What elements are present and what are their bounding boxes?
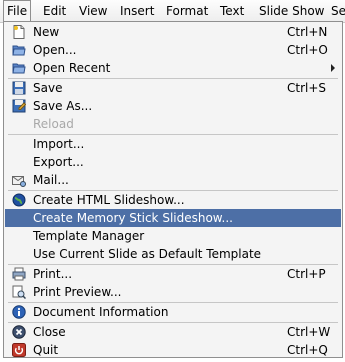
menu-format[interactable]: Format (166, 0, 208, 22)
shortcut-label: Ctrl+O (287, 43, 328, 57)
menu-item-create-memory-stick-slideshow[interactable]: Create Memory Stick Slideshow... (5, 209, 341, 227)
save-as-icon (12, 99, 27, 113)
menu-item-label: Mail... (33, 173, 69, 187)
new-document-icon (12, 25, 26, 39)
menu-edit[interactable]: Edit (43, 0, 66, 22)
menu-item-label: Reload (33, 117, 74, 131)
menu-item-label: Export... (33, 155, 84, 169)
menu-item-quit[interactable]: Quit Ctrl+Q (5, 341, 341, 359)
open-folder-icon (12, 43, 26, 57)
menu-item-use-current-slide-as-default-template[interactable]: Use Current Slide as Default Template (5, 245, 341, 263)
menu-item-print[interactable]: Print... Ctrl+P (5, 265, 341, 283)
menu-item-label: Import... (33, 137, 85, 151)
menu-item-label: Open Recent (33, 61, 111, 75)
menu-item-label: Save As... (33, 99, 93, 113)
menu-view[interactable]: View (79, 0, 107, 22)
shortcut-label: Ctrl+Q (287, 343, 328, 357)
menu-item-label: Document Information (33, 305, 169, 319)
menu-item-label: Quit (33, 343, 59, 357)
menu-item-import[interactable]: Import... (5, 135, 341, 153)
menu-item-save[interactable]: Save Ctrl+S (5, 79, 341, 97)
menu-item-document-information[interactable]: Document Information (5, 303, 341, 321)
menu-bar: File Edit View Insert Format Text Slide … (0, 0, 345, 23)
save-icon (12, 81, 26, 95)
menu-item-save-as[interactable]: Save As... (5, 97, 341, 115)
quit-icon (12, 343, 26, 357)
menu-item-print-preview[interactable]: Print Preview... (5, 283, 341, 301)
menu-item-label: Print Preview... (33, 285, 122, 299)
file-menu-dropdown: New Ctrl+N Open... Ctrl+O Open Recent Sa… (3, 21, 343, 358)
menu-item-label: Template Manager (33, 229, 145, 243)
submenu-arrow-icon (331, 64, 335, 72)
menu-item-label: Save (33, 81, 63, 95)
menu-item-label: Print... (33, 267, 73, 281)
menu-item-reload[interactable]: Reload (5, 115, 341, 133)
shortcut-label: Ctrl+N (287, 25, 328, 39)
shortcut-label: Ctrl+S (287, 81, 327, 95)
menu-item-create-html-slideshow[interactable]: Create HTML Slideshow... (5, 191, 341, 209)
menu-file[interactable]: File (3, 0, 32, 23)
menu-item-open-recent[interactable]: Open Recent (5, 59, 341, 77)
info-icon (12, 305, 26, 319)
menu-item-template-manager[interactable]: Template Manager (5, 227, 341, 245)
menu-item-export[interactable]: Export... (5, 153, 341, 171)
menu-item-label: Use Current Slide as Default Template (33, 247, 262, 261)
menu-insert[interactable]: Insert (120, 0, 154, 22)
print-preview-icon (12, 285, 27, 300)
close-icon (12, 325, 26, 339)
menu-text[interactable]: Text (220, 0, 244, 22)
menu-item-label: Create HTML Slideshow... (33, 193, 185, 207)
menu-item-label: Close (33, 325, 66, 339)
menu-item-label: New (33, 25, 60, 39)
menu-item-label: Create Memory Stick Slideshow... (33, 211, 233, 225)
menu-item-mail[interactable]: Mail... (5, 171, 341, 189)
shortcut-label: Ctrl+P (287, 267, 326, 281)
shortcut-label: Ctrl+W (287, 325, 331, 339)
menu-se[interactable]: Se (331, 0, 345, 22)
mail-icon (12, 173, 26, 187)
menu-slide-show[interactable]: Slide Show (259, 0, 324, 22)
globe-icon (12, 193, 26, 207)
print-icon (12, 267, 26, 281)
menu-item-new[interactable]: New Ctrl+N (5, 23, 341, 41)
menu-item-label: Open... (33, 43, 77, 57)
menu-item-open[interactable]: Open... Ctrl+O (5, 41, 341, 59)
open-recent-icon (12, 61, 26, 75)
menu-item-close[interactable]: Close Ctrl+W (5, 323, 341, 341)
